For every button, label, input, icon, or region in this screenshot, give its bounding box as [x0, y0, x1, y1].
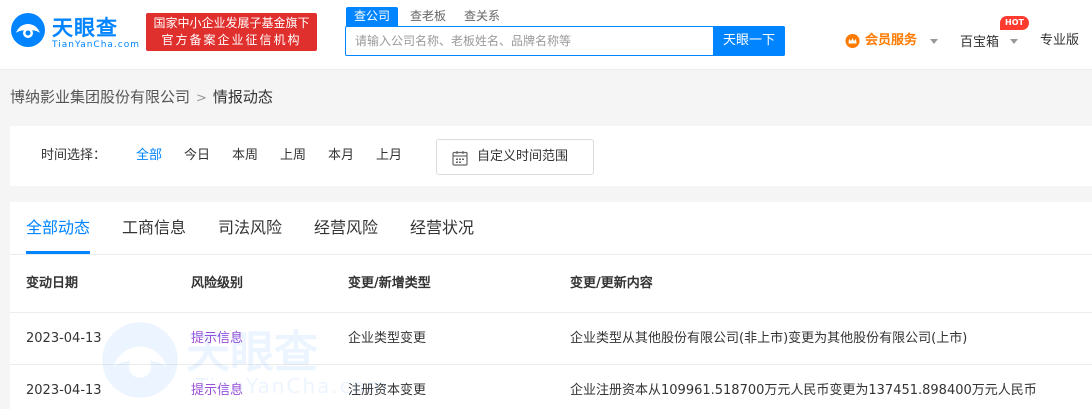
top-header: 天眼查 TianYanCha.com 国家中小企业发展子基金旗下 官方备案企业征… — [0, 0, 1092, 70]
tianyancha-logo-icon — [11, 13, 45, 47]
chevron-down-icon — [930, 39, 938, 44]
search-box: 天眼一下 — [345, 26, 785, 56]
treasure-box-label: 百宝箱 — [960, 35, 1000, 50]
crown-icon — [845, 34, 860, 48]
table-row[interactable]: 2023-04-13 提示信息 企业类型变更 企业类型从其他股份有限公司(非上市… — [10, 313, 1092, 365]
calendar-icon — [452, 151, 468, 166]
search-tab-boss[interactable]: 查老板 — [410, 7, 446, 26]
badge-line-2: 官方备案企业征信机构 — [161, 33, 302, 47]
cell-change-content: 企业注册资本从109961.518700万元人民币变更为137451.89840… — [570, 383, 1037, 398]
breadcrumb: 博纳影业集团股份有限公司 > 情报动态 — [10, 86, 273, 108]
column-header-change-content: 变更/更新内容 — [570, 276, 653, 291]
cell-risk-level[interactable]: 提示信息 — [191, 330, 243, 348]
breadcrumb-current: 情报动态 — [212, 88, 273, 106]
tab-business-info[interactable]: 工商信息 — [122, 216, 186, 240]
search-button[interactable]: 天眼一下 — [713, 26, 785, 56]
breadcrumb-company[interactable]: 博纳影业集团股份有限公司 — [10, 88, 190, 106]
search-tab-company[interactable]: 查公司 — [346, 7, 399, 26]
tab-operating-risk[interactable]: 经营风险 — [314, 216, 378, 240]
column-header-change-type: 变更/新增类型 — [348, 276, 431, 291]
table-header: 变动日期 风险级别 变更/新增类型 变更/更新内容 — [10, 255, 1092, 313]
chevron-down-icon — [1010, 39, 1018, 44]
logo-subtitle: TianYanCha.com — [52, 40, 141, 50]
cell-change-content: 企业类型从其他股份有限公司(非上市)变更为其他股份有限公司(上市) — [570, 331, 968, 346]
cell-change-type: 企业类型变更 — [348, 331, 427, 346]
custom-time-range-label: 自定义时间范围 — [477, 149, 569, 164]
breadcrumb-separator: > — [196, 91, 207, 106]
time-filter-panel: 时间选择： 全部 今日 本周 上周 本月 上月 自定义时间范围 — [10, 126, 1092, 186]
official-badge: 国家中小企业发展子基金旗下 官方备案企业征信机构 — [146, 13, 317, 51]
time-filter-today[interactable]: 今日 — [184, 146, 210, 166]
vip-service-label: 会员服务 — [865, 33, 918, 48]
search-input[interactable] — [346, 27, 714, 55]
time-filter-last-month[interactable]: 上月 — [376, 146, 402, 166]
category-tabs: 全部动态 工商信息 司法风险 经营风险 经营状况 — [10, 202, 1092, 255]
time-filter-all[interactable]: 全部 — [136, 146, 162, 166]
tab-judicial-risk[interactable]: 司法风险 — [218, 216, 282, 240]
time-filter-this-week[interactable]: 本周 — [232, 146, 258, 166]
time-filter-this-month[interactable]: 本月 — [328, 146, 354, 166]
hot-badge: HOT — [1000, 16, 1029, 30]
cell-risk-level[interactable]: 提示信息 — [191, 382, 243, 400]
cell-change-type: 注册资本变更 — [348, 383, 427, 398]
logo-name: 天眼查 — [52, 16, 118, 40]
tab-operating-status[interactable]: 经营状况 — [410, 216, 474, 240]
cell-date: 2023-04-13 — [26, 383, 102, 398]
tab-all-updates[interactable]: 全部动态 — [26, 216, 90, 240]
intel-feed-panel: 全部动态 工商信息 司法风险 经营风险 经营状况 变动日期 风险级别 变更/新增… — [10, 202, 1092, 409]
search-tab-relation[interactable]: 查关系 — [464, 7, 500, 26]
time-filter-label: 时间选择： — [41, 148, 107, 163]
pro-version-link[interactable]: 专业版 — [1040, 31, 1079, 51]
column-header-risk-level: 风险级别 — [191, 276, 244, 291]
treasure-box-menu[interactable]: 百宝箱 — [960, 31, 1018, 51]
active-tab-indicator — [26, 251, 90, 254]
badge-line-1: 国家中小企业发展子基金旗下 — [153, 16, 310, 30]
custom-time-range-button[interactable]: 自定义时间范围 — [436, 139, 594, 175]
time-filter-last-week[interactable]: 上周 — [280, 146, 306, 166]
column-header-date: 变动日期 — [26, 276, 79, 291]
table-row[interactable]: 2023-04-13 提示信息 注册资本变更 企业注册资本从109961.518… — [10, 365, 1092, 409]
cell-date: 2023-04-13 — [26, 331, 102, 346]
logo[interactable]: 天眼查 TianYanCha.com — [10, 10, 141, 52]
